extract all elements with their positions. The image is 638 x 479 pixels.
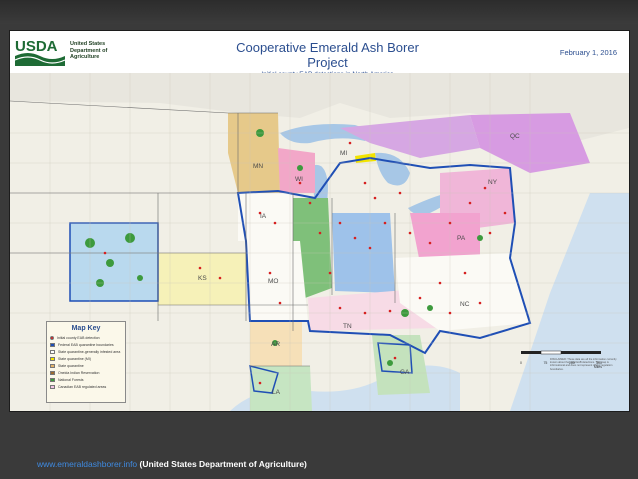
state-label-tn: TN [343, 323, 352, 330]
state-label-ia: IA [260, 213, 267, 220]
map-key-swatch [50, 356, 55, 361]
map-key-label: State quarantine-generally infested area [58, 349, 121, 354]
map-key-swatch [50, 384, 55, 389]
state-label-pa: PA [457, 235, 466, 242]
map-key-label: Canadian EAB regulated areas [58, 384, 107, 389]
state-label-ar: AR [271, 341, 281, 348]
state-label-wi: WI [295, 176, 303, 183]
scale-bar: 0 75 150 300 Miles [520, 343, 602, 369]
state-label-ks: KS [198, 275, 207, 282]
agency-line-3: Agriculture [70, 54, 100, 60]
map-key-swatch [50, 377, 55, 382]
map-disclaimer: DISCLAIMER: These data are all the infor… [550, 358, 617, 371]
region-louisiana [250, 366, 312, 411]
map-key-label: State quarantine [58, 363, 84, 368]
map-key-swatch [50, 349, 55, 354]
slide-caption: www.emeraldashborer.info (United States … [37, 459, 307, 469]
scale-bar-graphic [521, 350, 601, 355]
region-colorado [70, 223, 158, 301]
state-label-mi: MI [340, 150, 348, 157]
map-key-item: Canadian EAB regulated areas [47, 383, 125, 390]
map-key-item: Initial county EAB detection [47, 334, 125, 341]
region-minnesota [228, 113, 280, 193]
map-key-swatch [50, 363, 55, 368]
usda-logo: USDA [14, 37, 66, 67]
map-key-swatch [50, 335, 54, 340]
state-label-mo: MO [268, 278, 279, 285]
map-key-items: Initial county EAB detection Federal EAB … [47, 334, 125, 390]
map-key-item: Federal EAB quarantine boundaries [47, 341, 125, 348]
state-label-qc: QC [510, 133, 520, 140]
state-label-la: LA [272, 389, 280, 396]
map-key-title: Map Key [71, 325, 101, 332]
map-key-item: State quarantine [47, 362, 125, 369]
map-key-label: Federal EAB quarantine boundaries [58, 342, 114, 347]
caption-text: (United States Department of Agriculture… [137, 459, 307, 469]
map-key-label: National Forests [58, 377, 84, 382]
map-key-label: State quarantine (MI) [58, 356, 91, 361]
map-key-item: Oneida Indian Reservation [47, 369, 125, 376]
map-key-item: National Forests [47, 376, 125, 383]
state-label-mn: MN [253, 163, 264, 170]
state-label-nc: NC [460, 301, 470, 308]
usda-logo-text: USDA [15, 38, 58, 55]
state-label-ny: NY [488, 179, 498, 186]
scale-label-1: 75 [543, 361, 548, 365]
map-key-item: State quarantine (MI) [47, 355, 125, 362]
state-label-ga: GA [400, 369, 410, 376]
map-key-label: Oneida Indian Reservation [58, 370, 100, 375]
region-wisconsin [278, 148, 315, 193]
map-key: Map Key Initial county EAB detection Fede… [46, 321, 126, 403]
slide-top-band [0, 0, 638, 24]
map-key-item: State quarantine-generally infested area [47, 348, 125, 355]
map-date: February 1, 2016 [559, 48, 617, 57]
map-key-swatch [50, 342, 55, 347]
map-key-swatch [50, 370, 55, 375]
map-header: USDA United States Department of Agricul… [10, 31, 629, 78]
map-figure: USDA United States Department of Agricul… [9, 30, 630, 412]
map-title: Cooperative Emerald Ash Borer Project [236, 40, 419, 70]
scale-label-0: 0 [520, 361, 522, 365]
agency-name: United States Department of Agriculture [70, 41, 140, 61]
source-link[interactable]: www.emeraldashborer.info [37, 459, 137, 469]
map-body: MN WI MI IA MO KS AR LA TN NC GA NY PA Q… [10, 73, 629, 411]
map-key-label: Initial county EAB detection [57, 335, 100, 340]
